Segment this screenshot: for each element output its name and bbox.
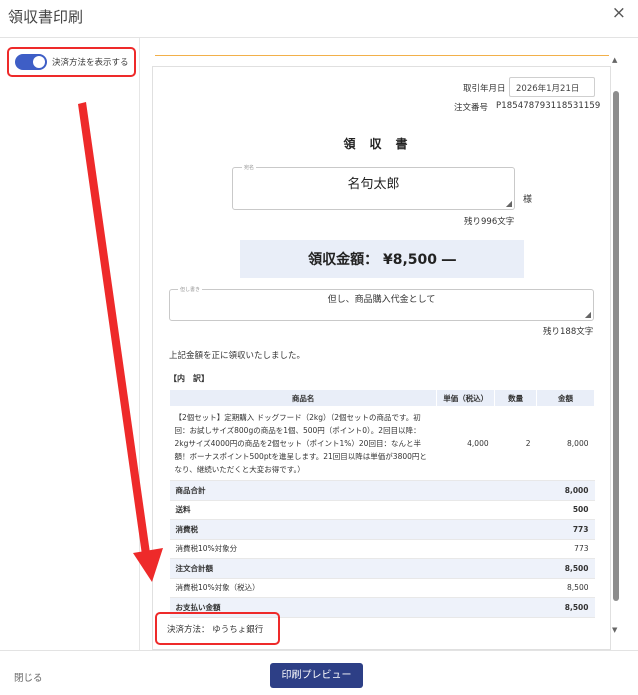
summary-value: 8,500 [536, 578, 595, 598]
dialog-footer: 閉じる 印刷プレビュー [0, 650, 638, 695]
scroll-down-icon[interactable]: ▼ [612, 626, 617, 634]
date-field[interactable]: 2026年1月21日 [509, 77, 595, 97]
payment-method-toggle[interactable] [15, 54, 47, 70]
received-statement: 上記金額を正に領収いたしました。 [169, 351, 306, 361]
scrollbar-thumb[interactable] [613, 91, 619, 601]
summary-row: 消費税10%対象（税込） 8,500 [169, 578, 595, 598]
summary-row: 注文合計額 8,500 [169, 558, 595, 579]
scroll-up-icon[interactable]: ▲ [612, 56, 617, 64]
purpose-remaining-chars: 残り188文字 [543, 327, 594, 337]
receipt-title: 領収書 [343, 137, 422, 151]
summary-value: 773 [536, 519, 595, 540]
summary-row: 消費税10%対象分 773 [169, 539, 595, 559]
summary-row: 商品合計 8,000 [169, 480, 595, 501]
resize-handle-icon[interactable]: ◢ [585, 311, 591, 319]
payment-method: 決済方法： ゆうちょ銀行 [167, 625, 264, 635]
payment-method-toggle-highlight: 決済方法を表示する [7, 47, 136, 77]
summary-label: 注文合計額 [169, 558, 537, 579]
receipt-print-dialog: 領収書印刷 × 決済方法を表示する 取引年月日 2026年1月21日 注文番号 … [0, 0, 638, 695]
summary-label: 送料 [169, 500, 537, 520]
item-unit-price: 4,000 [436, 406, 495, 481]
summary-row: 送料 500 [169, 500, 595, 520]
summary-label: 消費税 [169, 519, 537, 540]
toggle-label: 決済方法を表示する [52, 58, 129, 68]
recipient-name-value: 名句太郎 [347, 177, 400, 192]
order-number: P185478793118531159 [496, 101, 601, 111]
preview-top-divider [155, 55, 609, 56]
summary-value: 8,000 [536, 480, 595, 501]
dialog-header: 領収書印刷 × [0, 0, 638, 38]
col-product-name: 商品名 [168, 389, 438, 407]
summary-row: 消費税 773 [169, 519, 595, 540]
summary-label: 消費税10%対象分 [169, 539, 537, 559]
breakdown-heading: 【内 訳】 [169, 374, 209, 383]
summary-label: 消費税10%対象（税込） [169, 578, 537, 598]
close-icon[interactable]: × [612, 5, 626, 22]
receipt-amount: 領収金額： ¥8,500 ― [308, 252, 456, 268]
resize-handle-icon[interactable]: ◢ [506, 200, 512, 208]
summary-value: 8,500 [536, 597, 595, 618]
col-amount: 金額 [536, 389, 595, 407]
col-quantity: 数量 [494, 389, 538, 407]
dialog-title: 領収書印刷 [8, 8, 84, 26]
col-unit-price: 単価（税込） [436, 389, 496, 407]
close-button[interactable]: 閉じる [14, 670, 43, 684]
recipient-name-legend: 宛名 [242, 164, 257, 171]
breakdown-table: 商品名 単価（税込） 数量 金額 【2個セット】定期購入 ドッグフード（2kg）… [168, 389, 595, 618]
honorific: 様 [523, 195, 533, 205]
item-name: 【2個セット】定期購入 ドッグフード（2kg）（2個セットの商品です。初回：お試… [169, 406, 437, 481]
item-quantity: 2 [494, 406, 537, 481]
table-row: 【2個セット】定期購入 ドッグフード（2kg）（2個セットの商品です。初回：お試… [169, 406, 595, 481]
purpose-value: 但し、商品購入代金として [327, 295, 436, 305]
summary-value: 8,500 [536, 558, 595, 579]
options-panel: 決済方法を表示する [0, 38, 140, 650]
toggle-knob [33, 56, 45, 68]
summary-label: 商品合計 [169, 480, 537, 501]
date-label: 取引年月日 [463, 84, 506, 94]
receipt-preview: 取引年月日 2026年1月21日 注文番号 P18547879311853115… [152, 66, 611, 650]
print-preview-button[interactable]: 印刷プレビュー [270, 663, 363, 688]
summary-value: 500 [536, 500, 595, 520]
summary-value: 773 [536, 539, 595, 559]
item-amount: 8,000 [536, 406, 595, 481]
scrollbar[interactable]: ▲ ▼ [611, 56, 621, 634]
order-number-label: 注文番号 [454, 103, 489, 113]
name-remaining-chars: 残り996文字 [464, 217, 515, 227]
